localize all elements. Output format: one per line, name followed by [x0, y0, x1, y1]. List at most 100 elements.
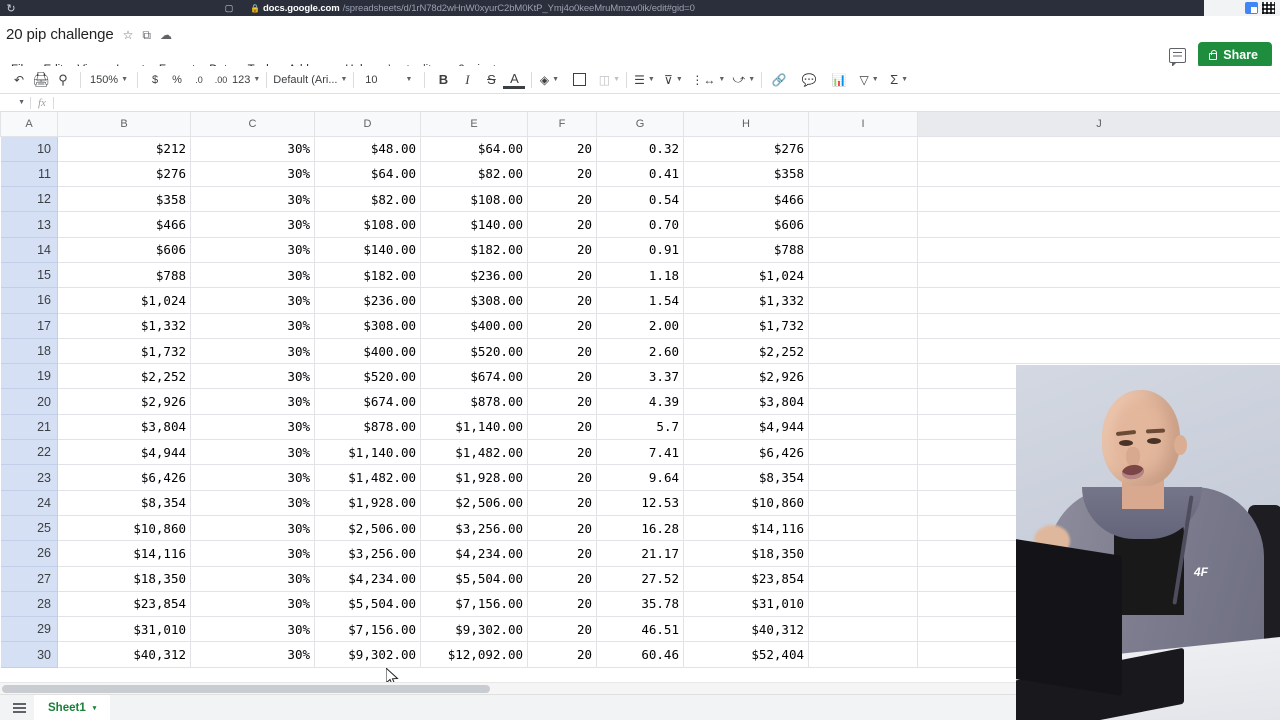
zoom-level-selector[interactable]: 150%▼ [87, 69, 131, 91]
cell-D24[interactable]: $1,928.00 [315, 490, 421, 515]
column-header-c[interactable]: C [191, 112, 315, 136]
cell-B13[interactable]: $466 [58, 212, 191, 237]
sheet-tab-sheet1[interactable]: Sheet1 ▾ [34, 695, 110, 721]
cell-I23[interactable] [809, 465, 918, 490]
cell-H24[interactable]: $10,860 [684, 490, 809, 515]
cell-G15[interactable]: 1.18 [597, 262, 684, 287]
cell-F17[interactable]: 20 [528, 313, 597, 338]
cell-H26[interactable]: $18,350 [684, 541, 809, 566]
row-header[interactable]: 21 [1, 414, 58, 439]
cell-B25[interactable]: $10,860 [58, 515, 191, 540]
cell-E16[interactable]: $308.00 [421, 288, 528, 313]
row-header[interactable]: 22 [1, 440, 58, 465]
text-wrap-icon[interactable]: ⋮↔▼ [691, 69, 725, 91]
row-header[interactable]: 30 [1, 642, 58, 667]
cell-G28[interactable]: 35.78 [597, 591, 684, 616]
cell-J15[interactable] [918, 262, 1280, 287]
cell-I21[interactable] [809, 414, 918, 439]
cell-F26[interactable]: 20 [528, 541, 597, 566]
cell-E14[interactable]: $182.00 [421, 237, 528, 262]
row-header[interactable]: 11 [1, 161, 58, 186]
insert-link-icon[interactable]: 🔗 [768, 69, 790, 91]
row-header[interactable]: 28 [1, 591, 58, 616]
cell-F24[interactable]: 20 [528, 490, 597, 515]
column-header-b[interactable]: B [58, 112, 191, 136]
cell-I27[interactable] [809, 566, 918, 591]
cell-F29[interactable]: 20 [528, 617, 597, 642]
cell-B22[interactable]: $4,944 [58, 440, 191, 465]
cell-G16[interactable]: 1.54 [597, 288, 684, 313]
row-header[interactable]: 25 [1, 515, 58, 540]
cell-I30[interactable] [809, 642, 918, 667]
cell-G13[interactable]: 0.70 [597, 212, 684, 237]
chevron-down-icon[interactable]: ▼ [396, 69, 418, 91]
cell-G30[interactable]: 60.46 [597, 642, 684, 667]
cell-B23[interactable]: $6,426 [58, 465, 191, 490]
cell-D23[interactable]: $1,482.00 [315, 465, 421, 490]
cell-I13[interactable] [809, 212, 918, 237]
row-header[interactable]: 24 [1, 490, 58, 515]
cell-F22[interactable]: 20 [528, 440, 597, 465]
cell-C16[interactable]: 30% [191, 288, 315, 313]
cell-J18[interactable] [918, 338, 1280, 363]
bold-button[interactable]: B [431, 69, 455, 91]
cell-E13[interactable]: $140.00 [421, 212, 528, 237]
cell-I19[interactable] [809, 364, 918, 389]
cell-C25[interactable]: 30% [191, 515, 315, 540]
cell-D13[interactable]: $108.00 [315, 212, 421, 237]
horizontal-scrollbar-thumb[interactable] [2, 685, 490, 693]
cell-F30[interactable]: 20 [528, 642, 597, 667]
cell-B30[interactable]: $40,312 [58, 642, 191, 667]
cell-F23[interactable]: 20 [528, 465, 597, 490]
cell-C28[interactable]: 30% [191, 591, 315, 616]
cell-H13[interactable]: $606 [684, 212, 809, 237]
column-header-g[interactable]: G [597, 112, 684, 136]
cell-B18[interactable]: $1,732 [58, 338, 191, 363]
cell-I17[interactable] [809, 313, 918, 338]
cell-G11[interactable]: 0.41 [597, 161, 684, 186]
name-box[interactable]: ▼ [0, 99, 30, 106]
cell-C30[interactable]: 30% [191, 642, 315, 667]
cell-J11[interactable] [918, 161, 1280, 186]
cell-B11[interactable]: $276 [58, 161, 191, 186]
cell-D21[interactable]: $878.00 [315, 414, 421, 439]
currency-format-icon[interactable]: $ [144, 69, 166, 91]
cell-E26[interactable]: $4,234.00 [421, 541, 528, 566]
cell-C13[interactable]: 30% [191, 212, 315, 237]
cell-C10[interactable]: 30% [191, 136, 315, 161]
star-icon[interactable]: ☆ [123, 29, 134, 41]
strikethrough-button[interactable]: S [479, 69, 503, 91]
comment-history-icon[interactable] [1169, 48, 1186, 63]
cell-F16[interactable]: 20 [528, 288, 597, 313]
cell-G18[interactable]: 2.60 [597, 338, 684, 363]
cell-E11[interactable]: $82.00 [421, 161, 528, 186]
share-button[interactable]: Share [1198, 42, 1272, 68]
row-header[interactable]: 18 [1, 338, 58, 363]
cell-C15[interactable]: 30% [191, 262, 315, 287]
cell-H22[interactable]: $6,426 [684, 440, 809, 465]
cell-G17[interactable]: 2.00 [597, 313, 684, 338]
cell-B12[interactable]: $358 [58, 187, 191, 212]
cell-F27[interactable]: 20 [528, 566, 597, 591]
cell-F18[interactable]: 20 [528, 338, 597, 363]
row-header[interactable]: 20 [1, 389, 58, 414]
cell-I24[interactable] [809, 490, 918, 515]
cell-F25[interactable]: 20 [528, 515, 597, 540]
cell-C18[interactable]: 30% [191, 338, 315, 363]
cell-D10[interactable]: $48.00 [315, 136, 421, 161]
undo-icon[interactable]: ↶ [8, 69, 30, 91]
cell-C27[interactable]: 30% [191, 566, 315, 591]
cell-E24[interactable]: $2,506.00 [421, 490, 528, 515]
cell-D15[interactable]: $182.00 [315, 262, 421, 287]
cell-F13[interactable]: 20 [528, 212, 597, 237]
column-header-f[interactable]: F [528, 112, 597, 136]
cell-C23[interactable]: 30% [191, 465, 315, 490]
cell-G29[interactable]: 46.51 [597, 617, 684, 642]
cell-I10[interactable] [809, 136, 918, 161]
cell-J13[interactable] [918, 212, 1280, 237]
chevron-down-icon[interactable]: ▾ [93, 704, 97, 712]
cell-D30[interactable]: $9,302.00 [315, 642, 421, 667]
text-color-button[interactable]: A [503, 71, 525, 89]
cell-I11[interactable] [809, 161, 918, 186]
cell-I15[interactable] [809, 262, 918, 287]
